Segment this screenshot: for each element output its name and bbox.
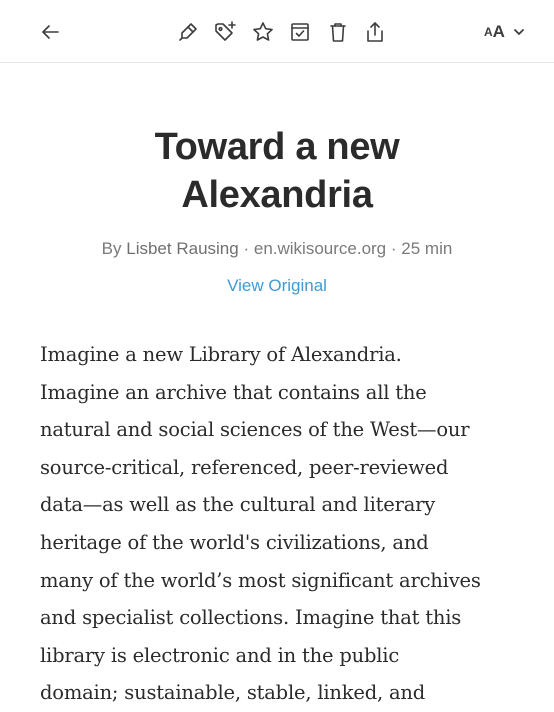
article-title: Toward a new Alexandria bbox=[40, 123, 514, 219]
article-title-line: Alexandria bbox=[181, 174, 373, 216]
author-name: Lisbet Rausing bbox=[126, 239, 239, 258]
article-title-line: Toward a new bbox=[154, 126, 400, 168]
body-line: library is electronic and in the public bbox=[40, 643, 400, 667]
tag-add-icon[interactable] bbox=[209, 16, 241, 48]
body-line: domain; sustainable, stable, linked, and bbox=[40, 681, 426, 705]
arrow-left-icon[interactable] bbox=[34, 16, 66, 48]
article-body: Imagine a new Library of Alexandria. Ima… bbox=[40, 336, 520, 712]
source-domain: en.wikisource.org bbox=[253, 239, 387, 258]
archive-icon[interactable] bbox=[284, 16, 316, 48]
trash-icon[interactable] bbox=[322, 16, 354, 48]
body-line: source-critical, referenced, peer-review… bbox=[40, 455, 449, 479]
read-time: 25 min bbox=[401, 239, 453, 258]
body-line: and specialist collections. Imagine that… bbox=[40, 606, 462, 630]
share-icon[interactable] bbox=[359, 16, 391, 48]
chevron-down-icon bbox=[514, 29, 524, 35]
text-size-big-label: A bbox=[492, 22, 505, 41]
body-line: natural and social sciences of the West—… bbox=[40, 418, 470, 442]
article-meta: By Lisbet Rausing · en.wikisource.org · … bbox=[40, 239, 514, 259]
star-icon[interactable] bbox=[247, 16, 279, 48]
body-line: heritage of the world's civilizations, a… bbox=[40, 530, 429, 554]
byline-prefix: By bbox=[101, 239, 122, 258]
meta-separator: · bbox=[243, 239, 250, 258]
body-line: data—as well as the cultural and literar… bbox=[40, 493, 436, 517]
text-size-button[interactable]: A A bbox=[484, 20, 525, 44]
meta-separator: · bbox=[390, 239, 397, 258]
highlighter-icon[interactable] bbox=[172, 16, 204, 48]
text-size-small-label: A bbox=[484, 25, 493, 39]
body-line: many of the world’s most significant arc… bbox=[40, 568, 481, 592]
toolbar: A A bbox=[0, 0, 554, 63]
view-original-link[interactable]: View Original bbox=[40, 276, 514, 296]
body-line: Imagine an archive that contains all the bbox=[40, 380, 427, 404]
body-line: Imagine a new Library of Alexandria. bbox=[40, 343, 402, 366]
